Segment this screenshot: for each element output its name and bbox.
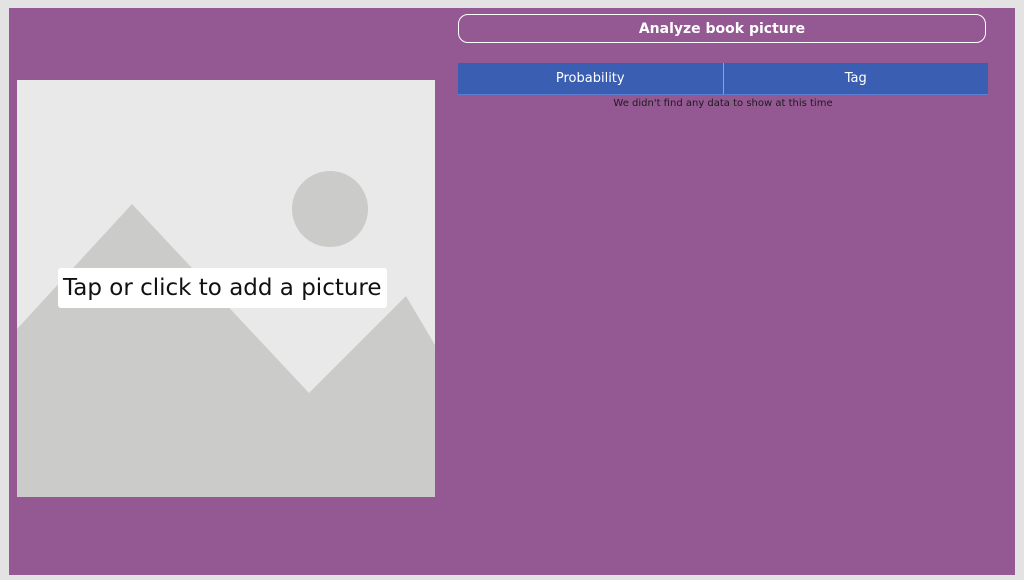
column-header-probability[interactable]: Probability [458, 63, 723, 94]
results-data-table: Probability Tag We didn't find any data … [458, 63, 988, 109]
analyze-book-picture-button[interactable]: Analyze book picture [458, 14, 986, 43]
app-canvas: Analyze book picture Tap or click to add… [9, 8, 1015, 575]
add-picture-label: Tap or click to add a picture [58, 268, 387, 308]
table-header: Probability Tag [458, 63, 988, 95]
empty-table-message: We didn't find any data to show at this … [613, 98, 833, 109]
column-header-tag[interactable]: Tag [722, 63, 989, 94]
add-picture-control[interactable]: Tap or click to add a picture [17, 80, 435, 497]
